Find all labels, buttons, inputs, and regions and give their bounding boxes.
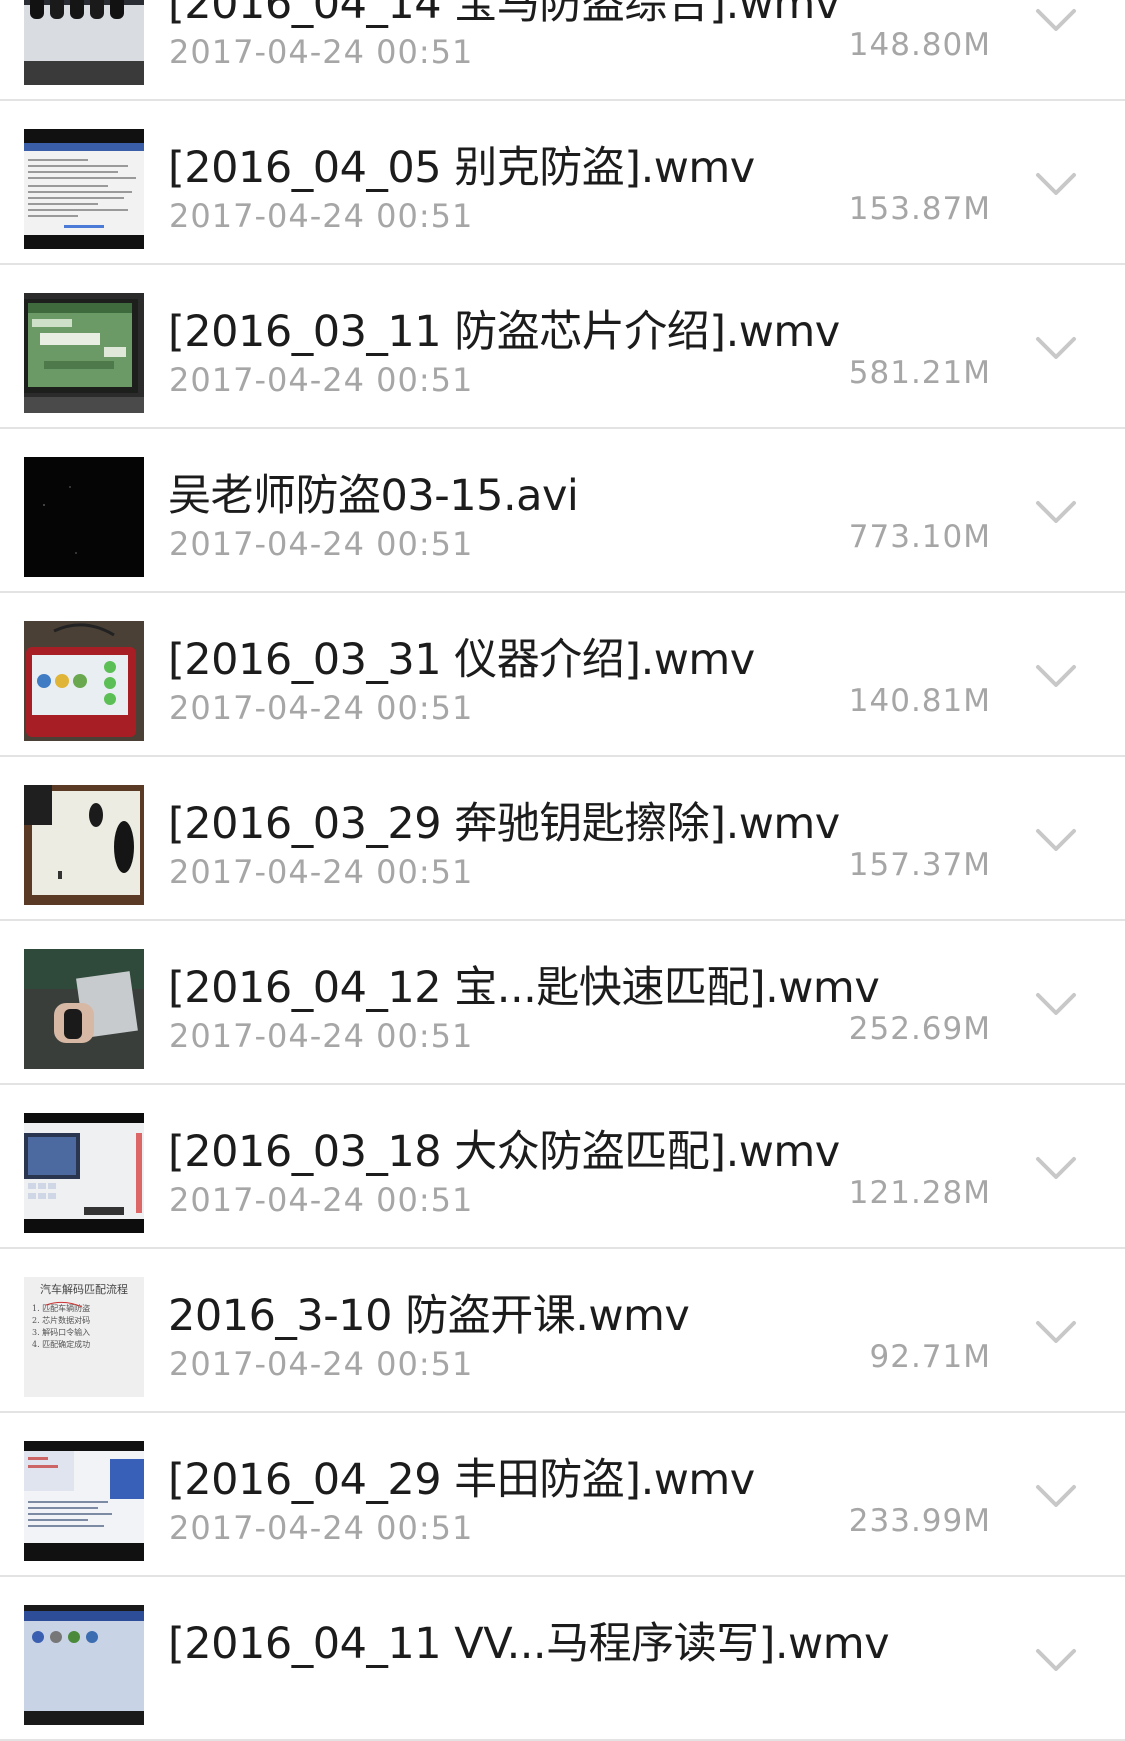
file-name: [2016_04_12 宝...匙快速匹配].wmv (168, 963, 880, 1013)
software-window-icon (24, 1441, 144, 1561)
video-thumbnail-keys (24, 0, 144, 85)
file-row[interactable]: [2016_03_31 仪器介绍].wmv 2017-04-24 00:51 1… (0, 593, 1125, 757)
chevron-down-icon[interactable] (1034, 1153, 1078, 1183)
screen-capture-icon (24, 1113, 144, 1233)
chevron-down-icon[interactable] (1034, 333, 1078, 363)
document-icon (24, 129, 144, 249)
slide-line: 1. 匹配车辆防盗 (32, 1303, 90, 1313)
file-name: 2016_3-10 防盗开课.wmv (168, 1291, 690, 1341)
slide-line: 2. 芯片数据对码 (32, 1315, 90, 1325)
slide-title: 汽车解码匹配流程 (40, 1282, 128, 1296)
file-name: [2016_04_14 宝马防盗综合].wmv (168, 0, 840, 29)
file-name: [2016_04_11 VV...马程序读写].wmv (168, 1619, 890, 1669)
video-thumbnail-document (24, 129, 144, 249)
chevron-down-icon[interactable] (1034, 1481, 1078, 1511)
black-frame-icon (24, 457, 144, 577)
file-date: 2017-04-24 00:51 (169, 33, 474, 71)
device-screen-icon (24, 293, 144, 413)
file-size: 157.37M (848, 847, 991, 883)
file-name: [2016_03_11 防盗芯片介绍].wmv (168, 307, 840, 357)
file-date: 2017-04-24 00:51 (169, 689, 474, 727)
file-size: 252.69M (848, 1011, 991, 1047)
chevron-down-icon[interactable] (1034, 989, 1078, 1019)
slide-line: 4. 匹配确定成功 (32, 1339, 90, 1349)
file-row[interactable]: 吴老师防盗03-15.avi 2017-04-24 00:51 773.10M (0, 429, 1125, 593)
file-size: 140.81M (848, 683, 991, 719)
file-date: 2017-04-24 00:51 (169, 853, 474, 891)
file-list: [2016_04_14 宝马防盗综合].wmv 2017-04-24 00:51… (0, 0, 1125, 1741)
file-size: 581.21M (848, 355, 991, 391)
video-thumbnail-car-key (24, 785, 144, 905)
file-size: 233.99M (848, 1503, 991, 1539)
file-size: 153.87M (848, 191, 991, 227)
file-size: 92.71M (869, 1339, 991, 1375)
chevron-down-icon[interactable] (1034, 1317, 1078, 1347)
file-row[interactable]: [2016_03_18 大众防盗匹配].wmv 2017-04-24 00:51… (0, 1085, 1125, 1249)
file-date: 2017-04-24 00:51 (169, 361, 474, 399)
file-date: 2017-04-24 00:51 (169, 525, 474, 563)
slide-line: 3. 解码口令输入 (32, 1327, 90, 1337)
file-name: [2016_04_05 别克防盗].wmv (168, 143, 755, 193)
file-date: 2017-04-24 00:51 (169, 1181, 474, 1219)
file-date: 2017-04-24 00:51 (169, 197, 474, 235)
video-thumbnail-software-window (24, 1605, 144, 1725)
video-thumbnail-device-screen (24, 293, 144, 413)
file-date: 2017-04-24 00:51 (169, 1017, 474, 1055)
video-thumbnail-black-frame (24, 457, 144, 577)
file-size: 148.80M (848, 27, 991, 63)
chevron-down-icon[interactable] (1034, 5, 1078, 35)
file-name: [2016_03_18 大众防盗匹配].wmv (168, 1127, 840, 1177)
file-row[interactable]: [2016_04_14 宝马防盗综合].wmv 2017-04-24 00:51… (0, 0, 1125, 101)
red-device-icon (24, 621, 144, 741)
chevron-down-icon[interactable] (1034, 1645, 1078, 1675)
chevron-down-icon[interactable] (1034, 497, 1078, 527)
file-row[interactable]: [2016_03_11 防盗芯片介绍].wmv 2017-04-24 00:51… (0, 265, 1125, 429)
software-window-icon (24, 1605, 144, 1725)
file-row[interactable]: [2016_04_29 丰田防盗].wmv 2017-04-24 00:51 2… (0, 1413, 1125, 1577)
chevron-down-icon[interactable] (1034, 661, 1078, 691)
file-row[interactable]: [2016_04_05 别克防盗].wmv 2017-04-24 00:51 1… (0, 101, 1125, 265)
video-thumbnail-screen-capture (24, 1113, 144, 1233)
file-date: 2017-04-24 00:51 (169, 1345, 474, 1383)
chevron-down-icon[interactable] (1034, 825, 1078, 855)
file-row[interactable]: [2016_03_29 奔驰钥匙擦除].wmv 2017-04-24 00:51… (0, 757, 1125, 921)
file-name: [2016_03_29 奔驰钥匙擦除].wmv (168, 799, 840, 849)
chevron-down-icon[interactable] (1034, 169, 1078, 199)
file-name: [2016_04_29 丰田防盗].wmv (168, 1455, 755, 1505)
video-thumbnail-red-device (24, 621, 144, 741)
file-name: 吴老师防盗03-15.avi (168, 471, 579, 521)
slide-text-icon: 汽车解码匹配流程 1. 匹配车辆防盗 2. 芯片数据对码 3. 解码口令输入 4… (24, 1277, 144, 1397)
car-key-icon (24, 785, 144, 905)
file-size: 121.28M (848, 1175, 991, 1211)
file-row[interactable]: [2016_04_12 宝...匙快速匹配].wmv 2017-04-24 00… (0, 921, 1125, 1085)
video-thumbnail-slide-text: 汽车解码匹配流程 1. 匹配车辆防盗 2. 芯片数据对码 3. 解码口令输入 4… (24, 1277, 144, 1397)
file-date: 2017-04-24 00:51 (169, 1509, 474, 1547)
file-row[interactable]: 汽车解码匹配流程 1. 匹配车辆防盗 2. 芯片数据对码 3. 解码口令输入 4… (0, 1249, 1125, 1413)
file-row[interactable]: [2016_04_11 VV...马程序读写].wmv (0, 1577, 1125, 1741)
video-thumbnail-key-in-hand (24, 949, 144, 1069)
video-thumbnail-software-window (24, 1441, 144, 1561)
file-name: [2016_03_31 仪器介绍].wmv (168, 635, 755, 685)
file-size: 773.10M (848, 519, 991, 555)
key-in-hand-icon (24, 949, 144, 1069)
keys-icon (24, 0, 144, 85)
